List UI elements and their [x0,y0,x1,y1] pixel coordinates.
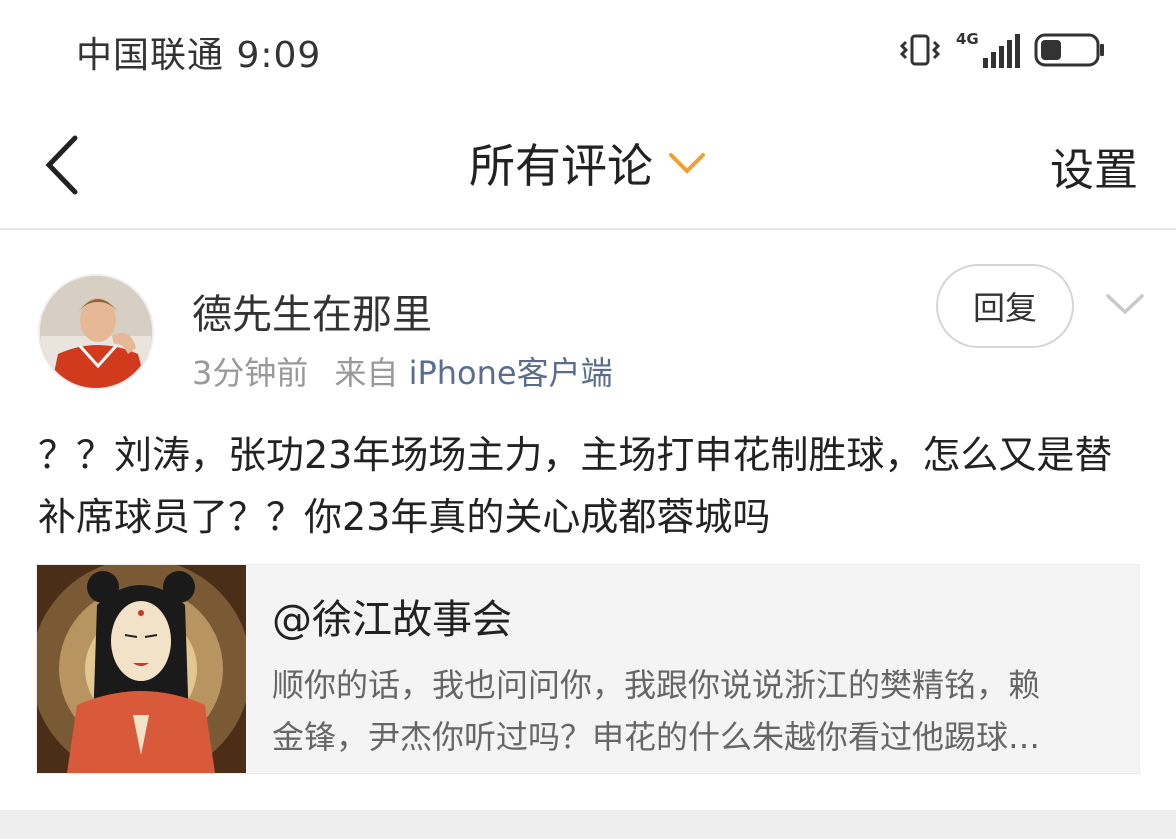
comment-item: 德先生在那里 3分钟前 来自 iPhone客户端 回复 ？？刘涛，张功23年场场主… [0,232,1176,808]
more-options-button[interactable] [1100,284,1150,324]
reply-button[interactable]: 回复 [936,264,1074,348]
vibrate-icon [899,34,941,66]
comment-text: ？？刘涛，张功23年场场主力，主场打申花制胜球，怎么又是替补席球员了？？你23年… [38,433,1113,539]
source-prefix: 来自 [334,354,399,392]
username[interactable]: 德先生在那里 [192,282,432,340]
clock: 9:09 [236,35,322,76]
chevron-down-icon [669,153,705,174]
nav-bar: 所有评论 设置 [0,100,1176,230]
status-icons: 4G [898,30,1106,70]
quoted-post-author: @徐江故事会 [272,597,512,643]
network-type: 4G [956,30,979,48]
source-client[interactable]: iPhone客户端 [409,354,613,392]
signal-icon: 4G [956,30,1020,68]
quoted-post-card[interactable]: @徐江故事会 顺你的话，我也问问你，我跟你说说浙江的樊精铭，赖 金锋，尹杰你听过… [36,564,1140,774]
comment-meta: 3分钟前 来自 iPhone客户端 [192,348,613,394]
settings-button[interactable]: 设置 [1050,134,1138,198]
quoted-post-body: @徐江故事会 顺你的话，我也问问你，我跟你说说浙江的樊精铭，赖 金锋，尹杰你听过… [246,565,1139,773]
quoted-post-image [37,565,246,773]
carrier-time: 中国联通 9:09 [76,26,321,78]
comment-time: 3分钟前 [192,354,309,392]
status-bar: 中国联通 9:09 4G [0,0,1176,100]
section-divider [0,810,1176,839]
quoted-post-text: 顺你的话，我也问问你，我跟你说说浙江的樊精铭，赖 金锋，尹杰你听过吗？申花的什么… [272,666,1041,756]
page-title: 所有评论 [469,139,653,193]
comment-filter-dropdown[interactable]: 所有评论 [0,130,1176,196]
chevron-down-icon [1106,294,1144,315]
battery-icon [1034,33,1104,67]
carrier-name: 中国联通 [76,35,225,76]
avatar[interactable] [38,274,154,390]
